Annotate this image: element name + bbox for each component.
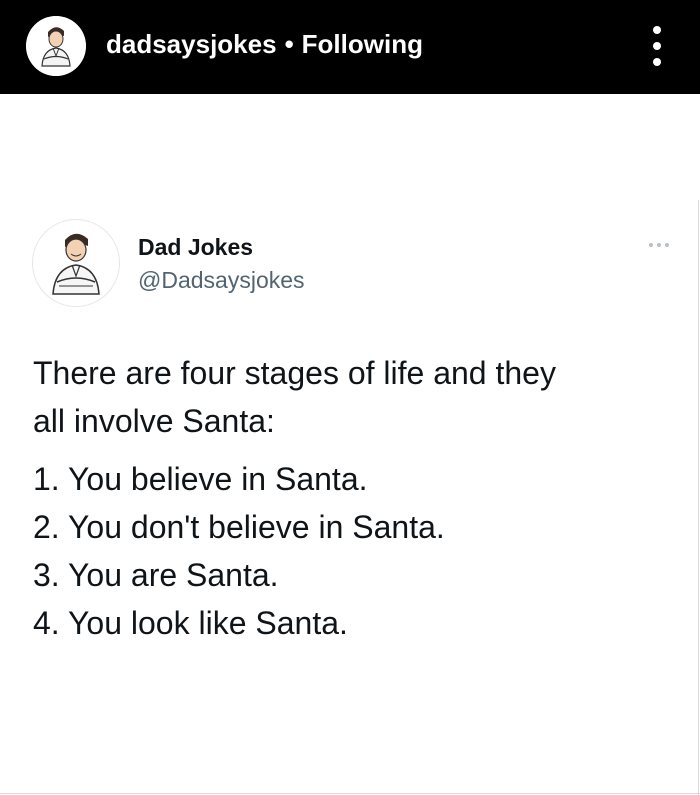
menu-dot [653,58,661,66]
post-header-bar: dadsaysjokes • Following [0,0,700,94]
display-name[interactable]: Dad Jokes [138,233,253,261]
more-dot [657,243,661,247]
vertical-ellipsis-icon[interactable] [640,22,676,70]
image-edge-divider [0,793,700,794]
username-link[interactable]: dadsaysjokes [106,29,277,59]
following-status[interactable]: Following [302,29,423,59]
dad-cartoon-avatar-icon [26,16,86,76]
tweet-text: There are four stages of life and they a… [33,349,673,647]
life-stage-item: 2. You don't believe in Santa. [33,509,445,545]
life-stage-item: 3. You are Santa. [33,557,279,593]
post-header-text: dadsaysjokes • Following [106,28,423,60]
more-dot [649,243,653,247]
life-stage-item: 1. You believe in Santa. [33,461,368,497]
life-stage-item: 4. You look like Santa. [33,605,348,641]
menu-dot [653,42,661,50]
more-dot [665,243,669,247]
image-edge-divider [698,200,699,795]
tweet-intro-line: all involve Santa: [33,403,275,439]
tweet-intro-line: There are four stages of life and they [33,355,556,391]
user-handle[interactable]: @Dadsaysjokes [138,266,305,294]
profile-avatar[interactable] [26,16,86,76]
dad-cartoon-avatar-icon [33,220,119,306]
menu-dot [653,26,661,34]
horizontal-ellipsis-icon[interactable] [646,240,674,252]
separator-dot: • [284,29,294,59]
tweet-avatar[interactable] [32,219,120,307]
